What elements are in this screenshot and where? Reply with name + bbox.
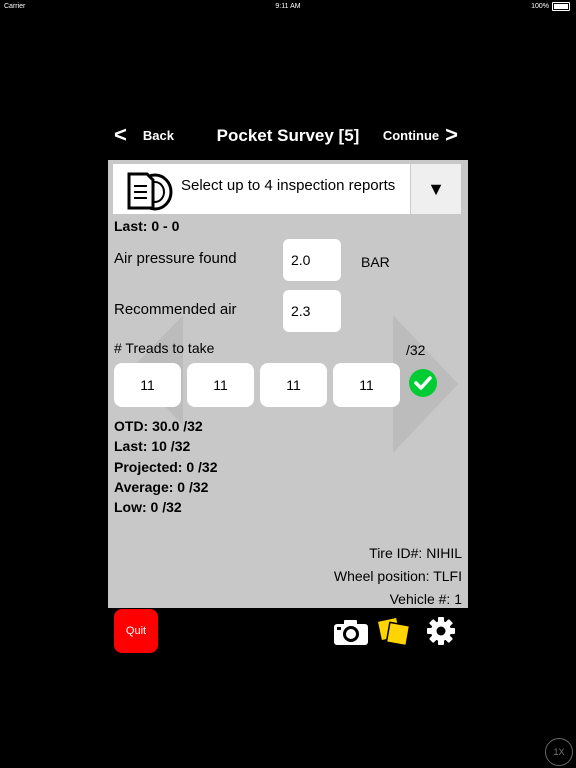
stats-block: OTD: 30.0 /32 Last: 10 /32 Projected: 0 …	[114, 416, 218, 517]
dropdown-label: Select up to 4 inspection reports	[181, 177, 396, 194]
back-button[interactable]: < Back	[114, 122, 174, 147]
zoom-label: 1X	[553, 747, 565, 757]
tread-input-4[interactable]: 11	[333, 363, 400, 407]
nav-bar: < Back Pocket Survey [5] Continue >	[108, 122, 468, 152]
last-range: Last: 0 - 0	[114, 218, 180, 234]
recommended-air-label: Recommended air	[114, 301, 237, 318]
tread-value: 11	[286, 377, 301, 393]
air-pressure-input[interactable]: 2.0	[283, 239, 341, 281]
chevron-right-icon: >	[445, 122, 458, 147]
gear-icon[interactable]	[426, 616, 456, 646]
battery-percent: 100%	[531, 3, 549, 10]
quit-button[interactable]: Quit	[114, 609, 158, 653]
battery-indicator: 100%	[531, 2, 570, 11]
recommended-air-input[interactable]: 2.3	[283, 290, 341, 332]
tire-id: Tire ID#: NIHIL	[369, 545, 462, 561]
notes-icon[interactable]	[376, 614, 412, 648]
tread-value: 11	[140, 377, 155, 393]
caret-down-icon: ▼	[427, 178, 445, 199]
tread-input-2[interactable]: 11	[187, 363, 254, 407]
tire-report-icon	[127, 172, 173, 211]
battery-icon	[552, 2, 570, 11]
otd-stat: OTD: 30.0 /32	[114, 418, 203, 434]
tread-value: 11	[359, 377, 374, 393]
wheel-position: Wheel position: TLFI	[333, 568, 462, 584]
tread-input-1[interactable]: 11	[114, 363, 181, 407]
vehicle-number: Vehicle #: 1	[389, 591, 462, 607]
check-confirm-icon[interactable]	[408, 368, 438, 398]
treads-label: # Treads to take	[114, 340, 215, 356]
inspection-report-dropdown[interactable]: Select up to 4 inspection reports ▼	[113, 164, 461, 214]
clock: 9:11 AM	[275, 3, 301, 10]
chevron-left-icon: <	[114, 122, 127, 147]
average-stat: Average: 0 /32	[114, 478, 209, 495]
survey-panel: Select up to 4 inspection reports ▼ Last…	[108, 160, 468, 608]
back-label: Back	[142, 127, 174, 143]
treads-unit: /32	[406, 342, 426, 358]
last-stat: Last: 10 /32	[114, 438, 191, 455]
air-pressure-value: 2.0	[291, 252, 311, 268]
tread-value: 11	[213, 377, 228, 393]
zoom-button[interactable]: 1X	[545, 738, 573, 766]
tread-input-3[interactable]: 11	[260, 363, 327, 407]
continue-label: Continue	[382, 127, 440, 143]
camera-icon[interactable]	[333, 618, 369, 646]
air-pressure-unit: BAR	[361, 254, 390, 270]
dropdown-toggle-button[interactable]: ▼	[410, 164, 461, 214]
low-stat: Low: 0 /32	[114, 499, 182, 516]
status-bar: Carrier 9:11 AM 100%	[0, 0, 576, 14]
quit-label: Quit	[125, 625, 147, 637]
projected-stat: Projected: 0 /32	[114, 458, 218, 475]
continue-button[interactable]: Continue >	[382, 122, 458, 147]
recommended-air-value: 2.3	[291, 303, 311, 319]
air-pressure-label: Air pressure found	[114, 250, 237, 267]
